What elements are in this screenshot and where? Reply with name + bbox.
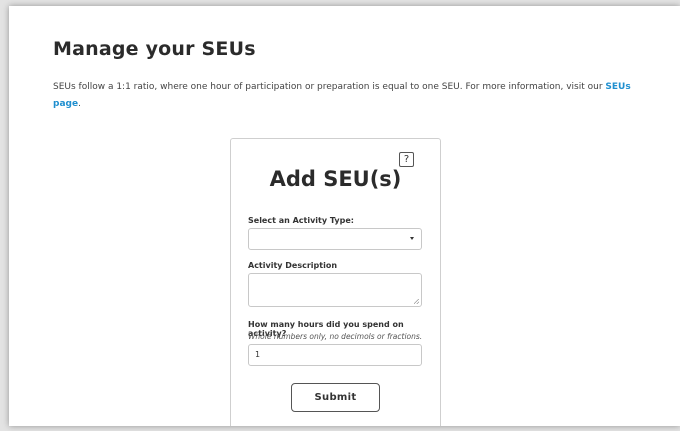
hours-input[interactable]: 1 (248, 344, 422, 366)
submit-button[interactable]: Submit (291, 383, 380, 412)
question-mark-icon[interactable]: ? (399, 152, 414, 167)
activity-type-select[interactable] (248, 228, 422, 250)
page-title: Manage your SEUs (53, 38, 256, 60)
activity-description-field[interactable] (248, 273, 422, 307)
activity-description-label: Activity Description (248, 261, 338, 270)
form-title: Add SEU(s) (269, 167, 402, 191)
activity-type-label: Select an Activity Type: (248, 216, 354, 225)
intro-text: SEUs follow a 1:1 ratio, where one hour … (53, 82, 606, 92)
page-container: Manage your SEUs SEUs follow a 1:1 ratio… (9, 6, 680, 426)
resize-handle-icon[interactable] (414, 299, 419, 304)
intro-paragraph: SEUs follow a 1:1 ratio, where one hour … (53, 79, 633, 113)
hours-value: 1 (255, 350, 261, 359)
chevron-down-icon (410, 237, 414, 240)
hours-hint: Whole numbers only, no decimols or fract… (248, 332, 423, 341)
intro-end: . (78, 99, 81, 109)
add-seu-form-card: ? Add SEU(s) Select an Activity Type: Ac… (230, 138, 441, 426)
